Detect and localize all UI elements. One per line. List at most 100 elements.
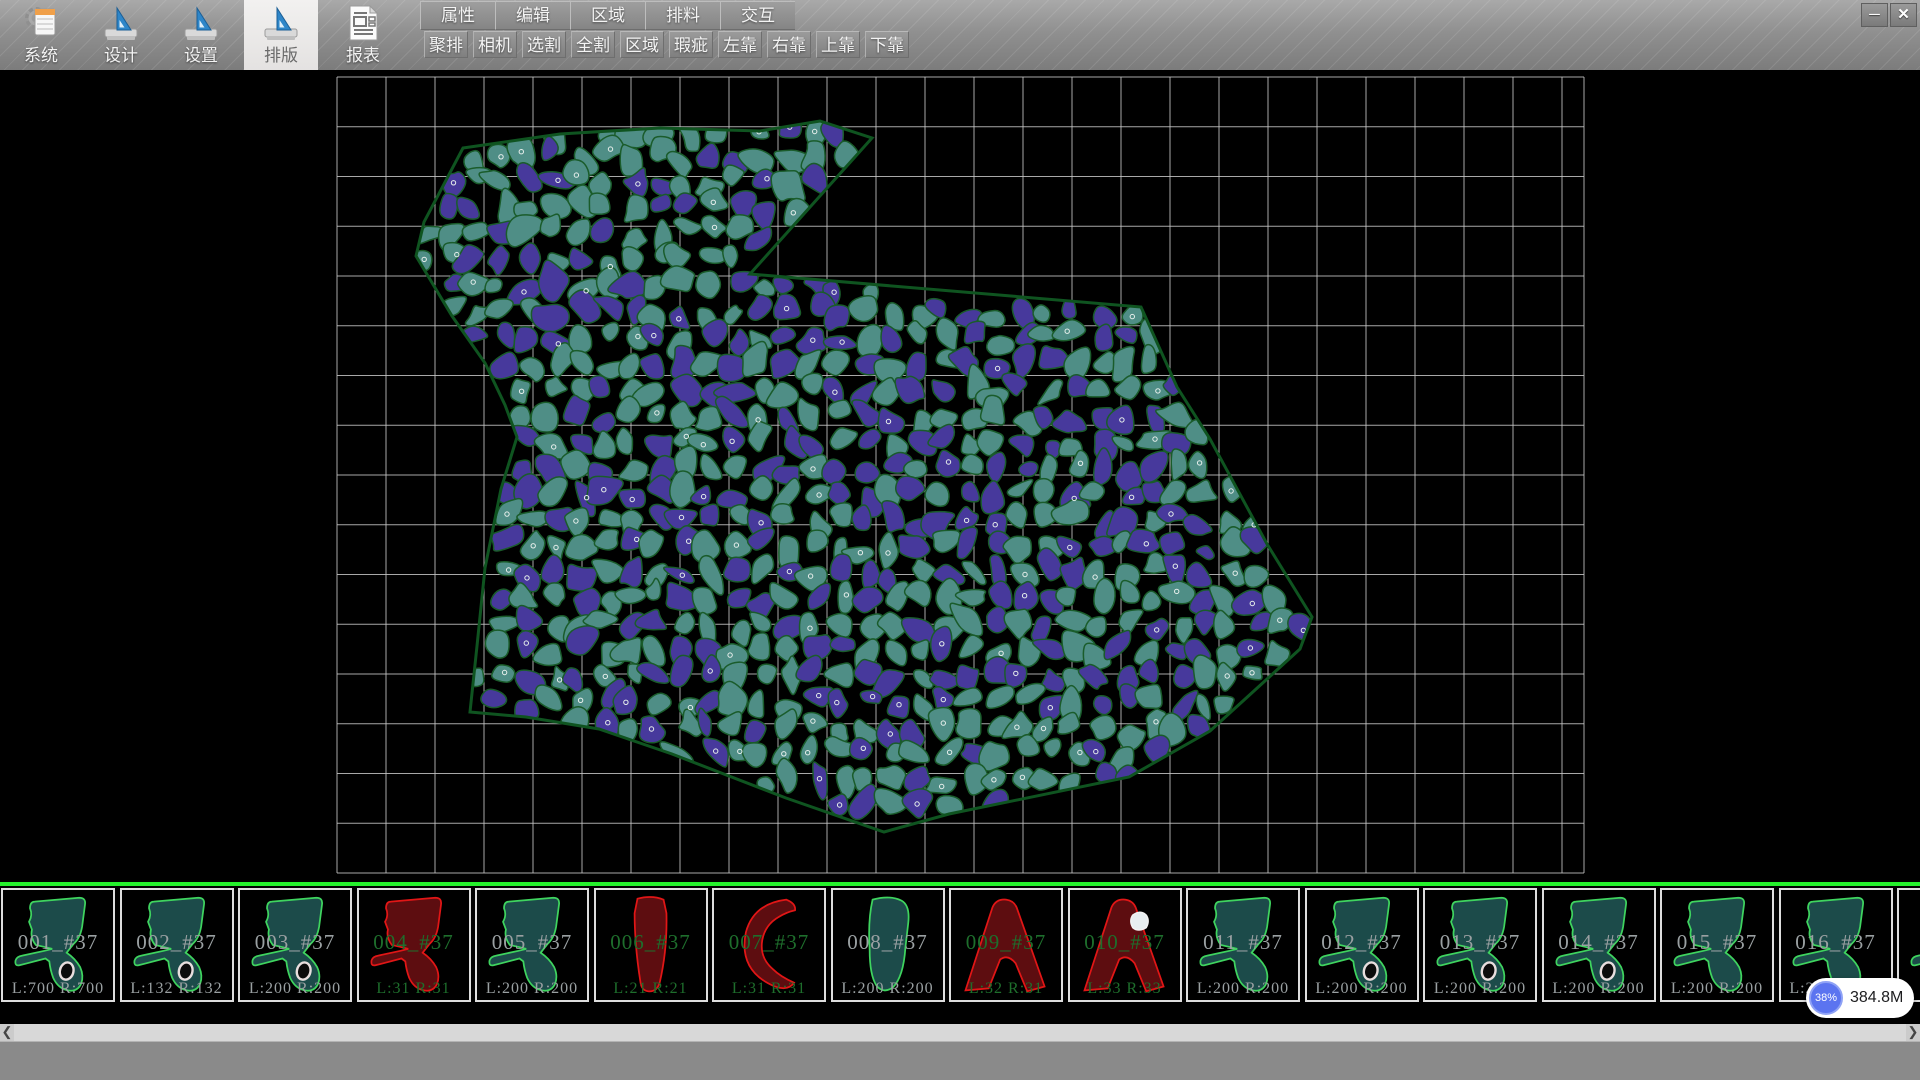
tool-button-label: 下靠 xyxy=(870,36,904,55)
piece-lr-count: L:200 R:200 xyxy=(1425,980,1535,998)
piece-name: 016_#37 xyxy=(1781,930,1891,955)
app-tile-settings[interactable]: 设置 xyxy=(164,0,238,70)
piece-thumbnail[interactable]: 004_#37 L:31 R:31 xyxy=(357,888,471,1002)
memory-size-label: 384.8M xyxy=(1850,978,1903,1018)
piece-thumbnail[interactable]: 012_#37 L:200 R:200 xyxy=(1305,888,1419,1002)
nesting-canvas-svg xyxy=(0,70,1920,882)
status-bar xyxy=(0,1041,1920,1080)
tool-button-label: 全割 xyxy=(576,36,610,55)
piece-name: 014_#37 xyxy=(1544,930,1654,955)
piece-thumbnail[interactable]: 015_#37L:200 R:200 xyxy=(1660,888,1774,1002)
piece-thumbnail[interactable]: 009_#37 L:32 R:31 xyxy=(949,888,1063,1002)
piece-name: 007_#37 xyxy=(714,930,824,955)
tool-button-label: 相机 xyxy=(478,36,512,55)
app-tile-design[interactable]: 设计 xyxy=(84,0,158,70)
app-tile-icon xyxy=(261,3,301,43)
tool-button-label: 右靠 xyxy=(772,36,806,55)
piece-thumbnail[interactable]: 013_#37 L:200 R:200 xyxy=(1423,888,1537,1002)
tool-button-select-cut[interactable]: 选割 xyxy=(522,31,566,58)
app-tile-layout[interactable]: 排版 xyxy=(244,0,318,70)
piece-name: 008_#37 xyxy=(833,930,943,955)
menu-tab-interact[interactable]: 交互 xyxy=(720,1,795,30)
nesting-canvas[interactable] xyxy=(0,70,1920,882)
piece-lr-count: L:200 R:200 xyxy=(833,980,943,998)
strip-bottom-gap xyxy=(0,1006,1920,1024)
piece-thumbnail[interactable]: 005_#37 L:200 R:200 xyxy=(475,888,589,1002)
piece-name: 011_#37 xyxy=(1188,930,1298,955)
close-button[interactable]: ✕ xyxy=(1890,3,1917,27)
tool-button-camera[interactable]: 相机 xyxy=(473,31,517,58)
app-tile-label: 排版 xyxy=(244,41,318,66)
tool-button-label: 区域 xyxy=(625,36,659,55)
piece-name: 013_#37 xyxy=(1425,930,1535,955)
piece-thumbnail[interactable]: 003_#37 L:200 R:200 xyxy=(238,888,352,1002)
piece-lr-count: L:200 R:200 xyxy=(477,980,587,998)
piece-name: 015_#37 xyxy=(1662,930,1772,955)
piece-thumbnail[interactable]: 014_#37 L:200 R:200 xyxy=(1542,888,1656,1002)
tool-button-defect[interactable]: 瑕疵 xyxy=(669,31,713,58)
piece-thumbnail[interactable]: 007_#37 L:31 R:31 xyxy=(712,888,826,1002)
piece-name: 001_#37 xyxy=(3,930,113,955)
piece-thumbnail[interactable]: 001_#37 L:700 R:700 xyxy=(1,888,115,1002)
progress-percent-circle: 38% xyxy=(1809,981,1843,1015)
title-toolbar: 系统 设计 设置 排版 报表 属性 编辑 区域 排料 xyxy=(0,0,1920,70)
piece-lr-count: L:200 R:200 xyxy=(240,980,350,998)
piece-lr-count: L:31 R:31 xyxy=(714,980,824,998)
scroll-left-arrow-icon[interactable]: ❮ xyxy=(0,1024,14,1041)
piece-lr-count: L:700 R:700 xyxy=(3,980,113,998)
tool-button-snap-right[interactable]: 右靠 xyxy=(767,31,811,58)
app-tile-label: 设置 xyxy=(164,41,238,66)
horizontal-scrollbar[interactable]: ❮ ❯ xyxy=(0,1024,1920,1041)
tool-button-cluster-nest[interactable]: 聚排 xyxy=(424,31,468,58)
app-tile-icon xyxy=(181,3,221,43)
tool-button-label: 左靠 xyxy=(723,36,757,55)
piece-name: 012_#37 xyxy=(1307,930,1417,955)
app-tile-system[interactable]: 系统 xyxy=(4,0,78,70)
piece-lr-count: L:200 R:200 xyxy=(1307,980,1417,998)
piece-thumbnail[interactable]: 011_#37 L:200 R:200 xyxy=(1186,888,1300,1002)
menu-tab-label: 排料 xyxy=(666,6,700,25)
tool-button-snap-up[interactable]: 上靠 xyxy=(816,31,860,58)
piece-name: 004_#37 xyxy=(359,930,469,955)
tool-button-cut-all[interactable]: 全割 xyxy=(571,31,615,58)
piece-thumbnail[interactable]: 008_#37 L:200 R:200 xyxy=(831,888,945,1002)
tool-button-snap-left[interactable]: 左靠 xyxy=(718,31,762,58)
app-tile-label: 报表 xyxy=(326,41,400,66)
menu-tab-nesting[interactable]: 排料 xyxy=(645,1,720,30)
menu-tab-label: 交互 xyxy=(741,6,775,25)
minimize-button[interactable]: ─ xyxy=(1861,3,1888,27)
menu-tab-region[interactable]: 区域 xyxy=(570,1,645,30)
tool-button-snap-down[interactable]: 下靠 xyxy=(865,31,909,58)
piece-name: 002_#37 xyxy=(122,930,232,955)
scroll-right-arrow-icon[interactable]: ❯ xyxy=(1906,1024,1920,1041)
menu-tab-label: 编辑 xyxy=(516,6,550,25)
nesting-software-window: { "window": {"minimize": "─", "close": "… xyxy=(0,0,1920,1080)
piece-lr-count: L:21 R:21 xyxy=(596,980,706,998)
piece-lr-count: L:31 R:31 xyxy=(359,980,469,998)
piece-lr-count: L:132 R:132 xyxy=(122,980,232,998)
app-tile-report[interactable]: 报表 xyxy=(326,0,400,70)
piece-lr-count: L:200 R:200 xyxy=(1188,980,1298,998)
piece-thumbnail[interactable]: 006_#37L:21 R:21 xyxy=(594,888,708,1002)
piece-thumbnail[interactable]: 002_#37 L:132 R:132 xyxy=(120,888,234,1002)
app-tile-icon xyxy=(343,3,383,43)
menu-tab-label: 区域 xyxy=(591,6,625,25)
menu-tab-properties[interactable]: 属性 xyxy=(420,1,495,30)
tool-button-region[interactable]: 区域 xyxy=(620,31,664,58)
piece-lr-count: L:32 R:31 xyxy=(951,980,1061,998)
tool-button-label: 聚排 xyxy=(429,36,463,55)
piece-thumbnail[interactable]: 010_#37 L:33 R:33 xyxy=(1068,888,1182,1002)
memory-progress-badge[interactable]: 38% 384.8M xyxy=(1806,978,1914,1018)
piece-name: 009_#37 xyxy=(951,930,1061,955)
piece-lr-count: L:33 R:33 xyxy=(1070,980,1180,998)
app-tile-label: 设计 xyxy=(84,41,158,66)
tool-button-row: 聚排 相机 选割 全割 区域 瑕疵 左靠 右靠 上靠 下靠 xyxy=(424,31,909,58)
menu-tab-row: 属性 编辑 区域 排料 交互 xyxy=(420,1,795,28)
app-tile-label: 系统 xyxy=(4,41,78,66)
piece-name: 003_#37 xyxy=(240,930,350,955)
menu-tab-edit[interactable]: 编辑 xyxy=(495,1,570,30)
piece-name: 010_#37 xyxy=(1070,930,1180,955)
piece-name: 005_#37 xyxy=(477,930,587,955)
piece-lr-count: L:200 R:200 xyxy=(1544,980,1654,998)
app-tile-icon xyxy=(21,3,61,43)
